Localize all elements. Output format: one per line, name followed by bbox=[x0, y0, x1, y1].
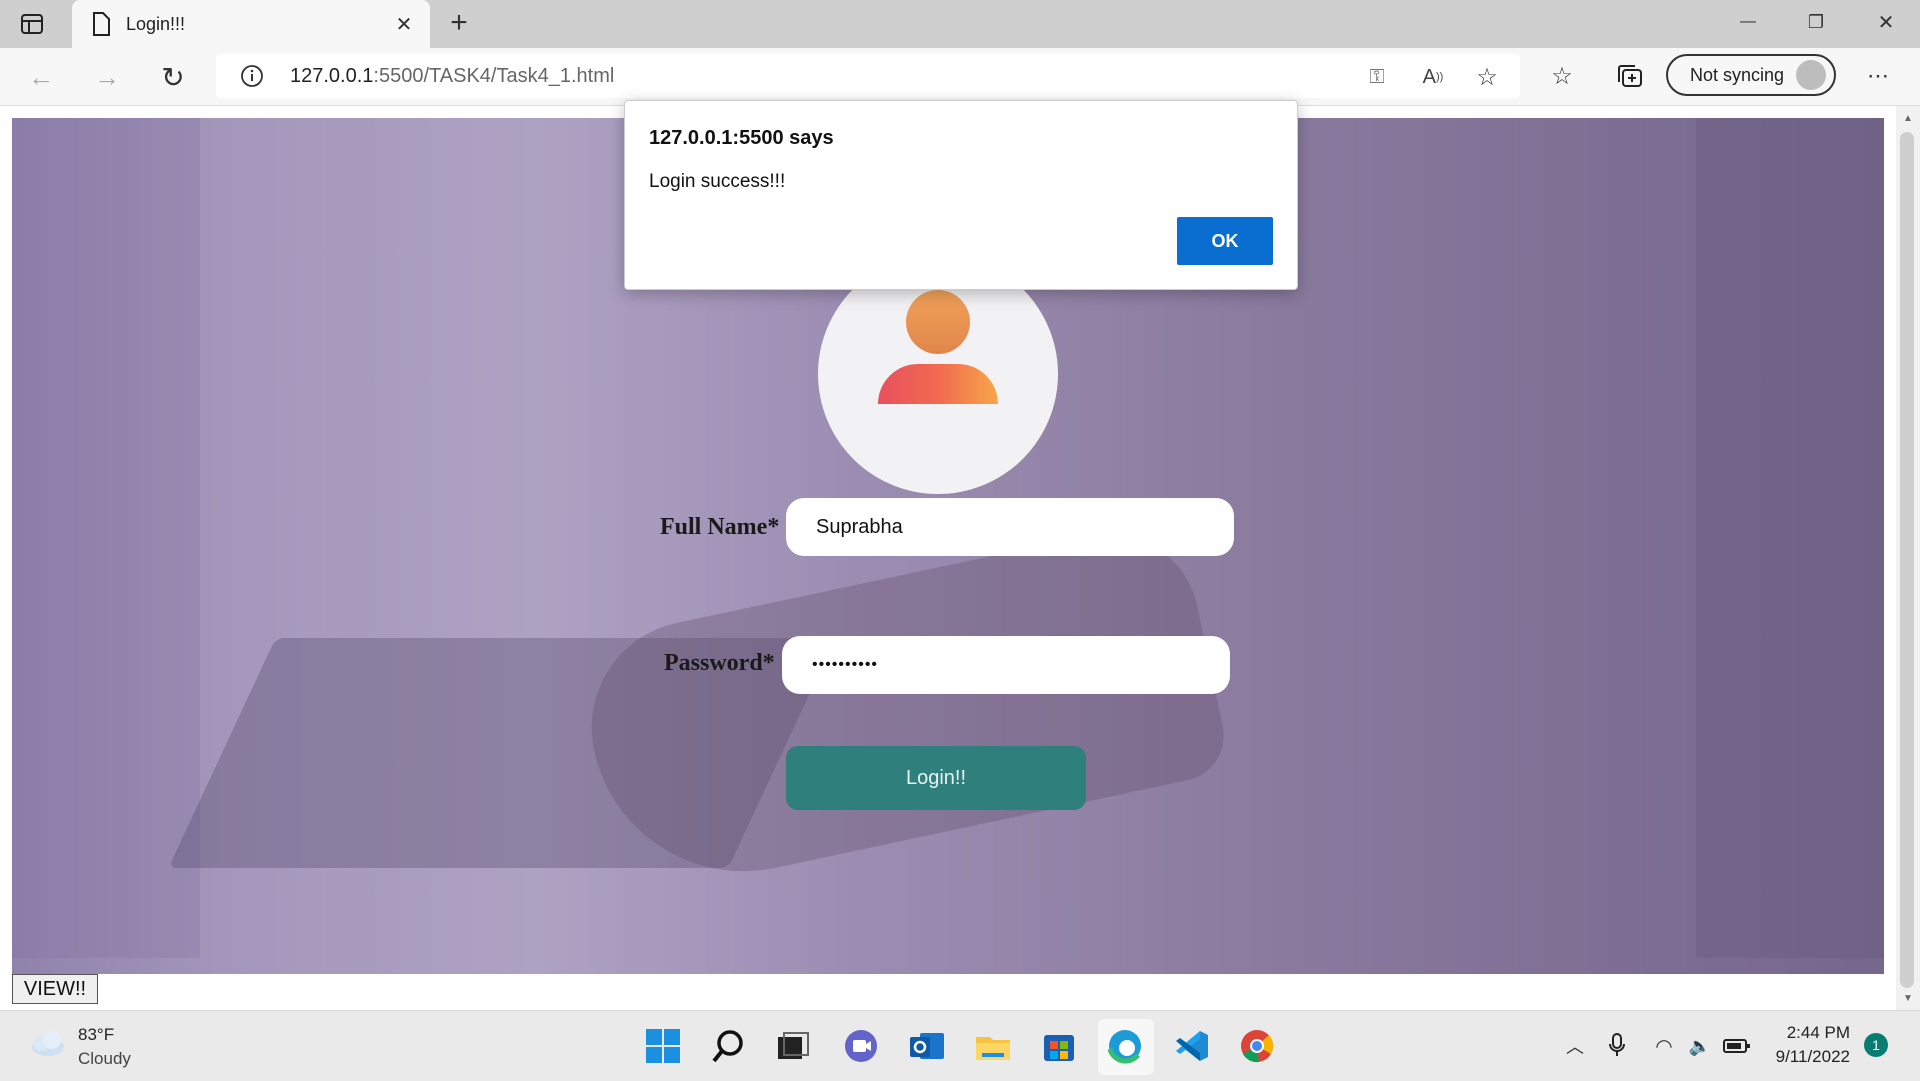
read-aloud-icon[interactable]: A)) bbox=[1418, 64, 1448, 90]
tab-title: Login!!! bbox=[126, 14, 186, 34]
background-strip-left bbox=[12, 118, 200, 958]
tab-login[interactable]: Login!!! ✕ bbox=[72, 0, 430, 48]
address-bar[interactable]: 127.0.0.1:5500/TASK4/Task4_1.html ⚿ A)) … bbox=[216, 54, 1520, 98]
edge-icon[interactable] bbox=[1106, 1027, 1144, 1065]
restore-icon[interactable]: ❐ bbox=[1804, 10, 1828, 34]
microphone-icon[interactable] bbox=[1604, 1031, 1630, 1059]
minimize-icon[interactable]: — bbox=[1736, 10, 1760, 34]
key-icon[interactable]: ⚿ bbox=[1364, 64, 1390, 90]
sync-label: Not syncing bbox=[1690, 65, 1785, 85]
view-button[interactable]: VIEW!! bbox=[12, 974, 98, 1004]
password-label: Password* bbox=[664, 650, 775, 676]
taskbar: 83°F Cloudy ︿ ◠ 🔈 2:44 PM 9/11/2022 1 bbox=[0, 1010, 1920, 1081]
clock-date[interactable]: 9/11/2022 bbox=[1760, 1047, 1850, 1067]
favorites-icon[interactable]: ☆ bbox=[1546, 60, 1578, 92]
avatar-head bbox=[906, 290, 970, 354]
add-favorite-icon[interactable]: ☆ bbox=[1472, 62, 1502, 92]
avatar-body bbox=[878, 364, 998, 404]
new-tab-icon[interactable]: + bbox=[444, 6, 474, 39]
page-icon bbox=[92, 12, 110, 41]
back-icon[interactable]: ← bbox=[26, 62, 56, 92]
login-button[interactable]: Login!! bbox=[786, 746, 1086, 810]
close-icon[interactable]: ✕ bbox=[392, 12, 416, 36]
show-hidden-icons[interactable]: ︿ bbox=[1562, 1033, 1588, 1059]
weather-temperature: 83°F bbox=[78, 1025, 115, 1044]
scroll-down-icon[interactable]: ▼ bbox=[1900, 990, 1916, 1006]
vscode-icon[interactable] bbox=[1172, 1027, 1210, 1065]
task-view-icon[interactable] bbox=[774, 1027, 812, 1065]
url-path: :5500/TASK4/Task4_1.html bbox=[373, 65, 615, 87]
wifi-icon[interactable]: ◠ bbox=[1650, 1033, 1678, 1059]
clock-time[interactable]: 2:44 PM bbox=[1760, 1023, 1850, 1043]
window-close-icon[interactable]: ✕ bbox=[1874, 10, 1898, 34]
teams-chat-icon[interactable] bbox=[842, 1027, 880, 1065]
scroll-up-icon[interactable]: ▲ bbox=[1900, 110, 1916, 126]
browser-toolbar: ← → ↻ 127.0.0.1:5500/TASK4/Task4_1.html … bbox=[0, 48, 1920, 106]
password-input[interactable]: •••••••••• bbox=[782, 636, 1230, 694]
more-icon[interactable]: ⋯ bbox=[1862, 60, 1894, 92]
chrome-icon[interactable] bbox=[1238, 1027, 1276, 1065]
user-avatar bbox=[818, 254, 1058, 494]
full-name-label: Full Name* bbox=[660, 514, 780, 540]
volume-icon[interactable]: 🔈 bbox=[1686, 1033, 1714, 1059]
collections-icon[interactable] bbox=[1614, 60, 1646, 92]
dialog-message: Login success!!! bbox=[649, 171, 786, 192]
dialog-title: 127.0.0.1:5500 says bbox=[649, 127, 834, 149]
tab-strip: Login!!! ✕ + — ❐ ✕ bbox=[0, 0, 1920, 48]
background-hand-shape bbox=[571, 516, 1233, 900]
info-icon[interactable] bbox=[240, 64, 264, 88]
full-name-input[interactable] bbox=[786, 498, 1234, 556]
background-strip-right bbox=[1696, 118, 1884, 958]
url-host: 127.0.0.1 bbox=[290, 65, 374, 87]
file-explorer-icon[interactable] bbox=[974, 1027, 1012, 1065]
weather-condition: Cloudy bbox=[78, 1049, 131, 1068]
sidebar-icon[interactable] bbox=[20, 12, 44, 36]
alert-dialog: 127.0.0.1:5500 says Login success!!! OK bbox=[624, 100, 1298, 290]
dialog-ok-button[interactable]: OK bbox=[1177, 217, 1273, 265]
store-icon[interactable] bbox=[1040, 1027, 1078, 1065]
start-icon[interactable] bbox=[644, 1027, 682, 1065]
profile-sync-button[interactable]: Not syncing bbox=[1666, 54, 1836, 96]
search-icon[interactable] bbox=[710, 1027, 748, 1065]
forward-icon[interactable]: → bbox=[92, 62, 122, 92]
page-scrollbar[interactable]: ▲ ▼ bbox=[1896, 106, 1920, 1010]
notification-badge[interactable]: 1 bbox=[1864, 1033, 1888, 1057]
battery-icon[interactable] bbox=[1722, 1033, 1752, 1059]
profile-avatar bbox=[1796, 60, 1826, 90]
url-text[interactable]: 127.0.0.1:5500/TASK4/Task4_1.html bbox=[290, 65, 614, 88]
scroll-thumb[interactable] bbox=[1900, 132, 1914, 988]
weather-icon[interactable] bbox=[26, 1029, 66, 1057]
outlook-icon[interactable] bbox=[908, 1027, 946, 1065]
refresh-icon[interactable]: ↻ bbox=[158, 62, 188, 93]
